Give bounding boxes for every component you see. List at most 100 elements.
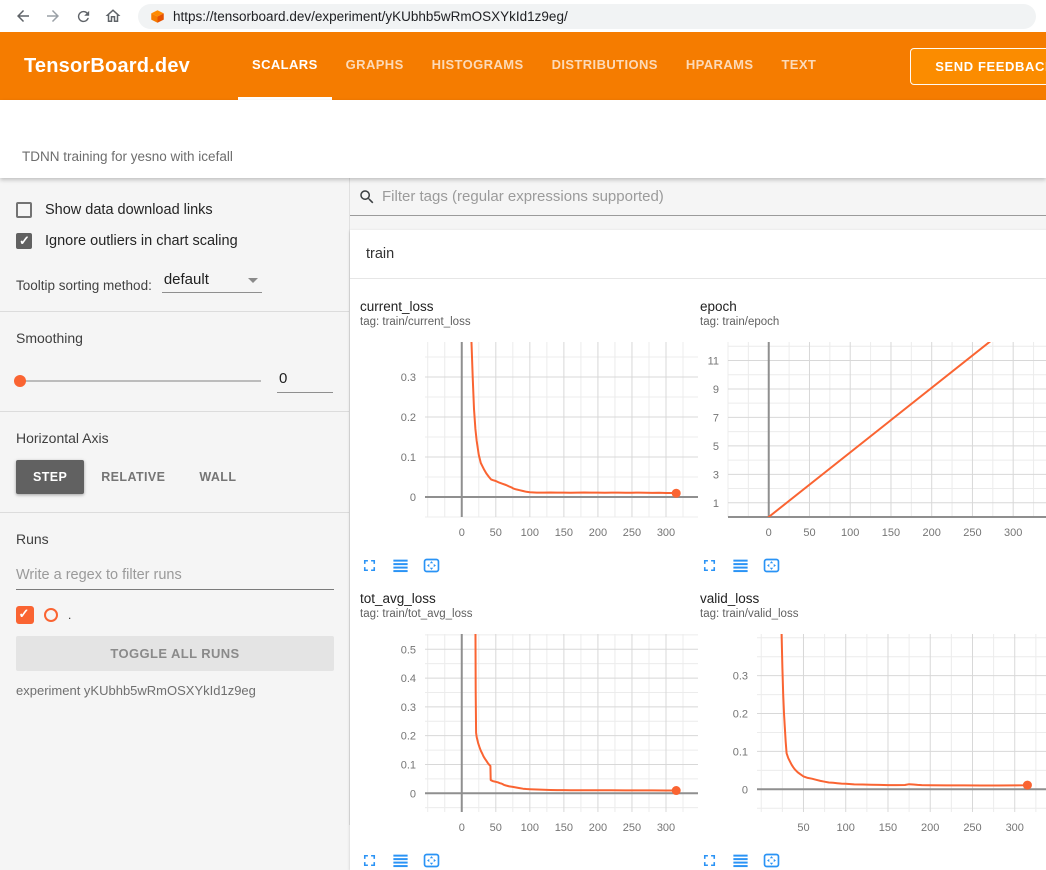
tab-scalars[interactable]: SCALARS bbox=[238, 32, 332, 100]
runs-label: Runs bbox=[16, 531, 333, 547]
chart-canvas-valid_loss[interactable]: 5010015020025030000.10.20.3 bbox=[700, 630, 1046, 840]
svg-text:250: 250 bbox=[963, 527, 981, 539]
chart-tag: tag: train/current_loss bbox=[360, 316, 700, 328]
checkbox-row[interactable]: Ignore outliers in chart scaling bbox=[16, 233, 333, 249]
svg-text:50: 50 bbox=[490, 527, 502, 539]
svg-text:11: 11 bbox=[708, 355, 719, 367]
svg-text:100: 100 bbox=[837, 822, 855, 834]
axis-option-relative[interactable]: RELATIVE bbox=[84, 460, 182, 494]
browser-toolbar: https://tensorboard.dev/experiment/yKUbh… bbox=[0, 0, 1046, 32]
checkbox-label: Ignore outliers in chart scaling bbox=[45, 233, 238, 249]
tab-text[interactable]: TEXT bbox=[767, 32, 830, 100]
horizontal-axis-label: Horizontal Axis bbox=[16, 430, 333, 446]
svg-text:0.2: 0.2 bbox=[401, 412, 416, 424]
charts-grid: current_losstag: train/current_loss05010… bbox=[350, 279, 1046, 870]
checkbox[interactable] bbox=[16, 202, 32, 218]
checkbox-group: Show data download links Ignore outliers … bbox=[0, 202, 349, 249]
axis-option-step[interactable]: STEP bbox=[16, 460, 84, 494]
forward-icon[interactable] bbox=[40, 3, 66, 29]
log-scale-icon[interactable] bbox=[391, 851, 410, 870]
chart-tag: tag: train/epoch bbox=[700, 316, 1046, 328]
expand-chart-icon[interactable] bbox=[360, 556, 379, 575]
svg-text:0.4: 0.4 bbox=[401, 673, 416, 685]
svg-text:200: 200 bbox=[589, 822, 607, 834]
chevron-down-icon bbox=[248, 278, 258, 283]
svg-text:100: 100 bbox=[841, 527, 859, 539]
svg-text:0.1: 0.1 bbox=[401, 759, 416, 771]
divider bbox=[0, 311, 349, 312]
svg-text:0: 0 bbox=[410, 492, 416, 504]
svg-text:0: 0 bbox=[410, 788, 416, 800]
send-feedback-button[interactable]: SEND FEEDBACK bbox=[910, 48, 1046, 85]
address-bar[interactable]: https://tensorboard.dev/experiment/yKUbh… bbox=[138, 4, 1036, 29]
checkbox[interactable] bbox=[16, 233, 32, 249]
svg-text:9: 9 bbox=[713, 384, 719, 396]
tooltip-sorting-select[interactable]: default bbox=[162, 271, 262, 293]
axis-option-wall[interactable]: WALL bbox=[182, 460, 253, 494]
run-color-swatch bbox=[44, 608, 58, 622]
tab-histograms[interactable]: HISTOGRAMS bbox=[418, 32, 538, 100]
chart-title: epoch bbox=[700, 299, 1046, 314]
smoothing-value-input[interactable] bbox=[277, 368, 333, 393]
chart-canvas-current_loss[interactable]: 05010015020025030000.10.20.3 bbox=[360, 338, 706, 545]
chart-canvas-epoch[interactable]: 0501001502002503001357911 bbox=[700, 338, 1046, 545]
svg-text:150: 150 bbox=[555, 822, 573, 834]
tab-graphs[interactable]: GRAPHS bbox=[332, 32, 418, 100]
svg-text:200: 200 bbox=[921, 822, 939, 834]
refresh-icon[interactable] bbox=[70, 3, 96, 29]
chart-title: tot_avg_loss bbox=[360, 591, 700, 606]
smoothing-slider[interactable] bbox=[16, 380, 261, 382]
svg-text:250: 250 bbox=[963, 822, 981, 834]
train-section-card: train current_losstag: train/current_los… bbox=[350, 230, 1046, 870]
fit-domain-icon[interactable] bbox=[422, 556, 441, 575]
tooltip-sorting-row: Tooltip sorting method: default bbox=[16, 271, 333, 293]
toggle-all-runs-button[interactable]: TOGGLE ALL RUNS bbox=[16, 636, 334, 671]
horizontal-axis-options: STEPRELATIVEWALL bbox=[16, 460, 333, 494]
slider-thumb[interactable] bbox=[14, 375, 26, 387]
svg-text:150: 150 bbox=[879, 822, 897, 834]
svg-text:300: 300 bbox=[657, 822, 675, 834]
chart-toolbar bbox=[700, 851, 1046, 870]
svg-text:0.3: 0.3 bbox=[401, 702, 416, 714]
tag-filter-input[interactable] bbox=[376, 188, 1046, 205]
chart-canvas-tot_avg_loss[interactable]: 05010015020025030000.10.20.30.40.5 bbox=[360, 630, 706, 840]
brand-title: TensorBoard.dev bbox=[24, 55, 190, 78]
expand-chart-icon[interactable] bbox=[700, 556, 719, 575]
svg-text:100: 100 bbox=[521, 822, 539, 834]
fit-domain-icon[interactable] bbox=[762, 851, 781, 870]
log-scale-icon[interactable] bbox=[731, 851, 750, 870]
svg-text:50: 50 bbox=[797, 822, 809, 834]
tab-distributions[interactable]: DISTRIBUTIONS bbox=[538, 32, 672, 100]
runs-filter-input[interactable] bbox=[16, 561, 334, 590]
svg-text:250: 250 bbox=[623, 527, 641, 539]
tab-hparams[interactable]: HPARAMS bbox=[672, 32, 768, 100]
svg-text:0.1: 0.1 bbox=[733, 746, 748, 758]
smoothing-label: Smoothing bbox=[16, 330, 333, 346]
log-scale-icon[interactable] bbox=[731, 556, 750, 575]
search-icon bbox=[358, 188, 376, 206]
chart-card-current_loss: current_losstag: train/current_loss05010… bbox=[360, 283, 700, 575]
home-icon[interactable] bbox=[100, 3, 126, 29]
back-icon[interactable] bbox=[10, 3, 36, 29]
fit-domain-icon[interactable] bbox=[422, 851, 441, 870]
chart-card-valid_loss: valid_losstag: train/valid_loss501001502… bbox=[700, 575, 1046, 870]
checkbox-row[interactable]: Show data download links bbox=[16, 202, 333, 218]
svg-text:0: 0 bbox=[459, 527, 465, 539]
run-row[interactable]: . bbox=[16, 606, 333, 624]
log-scale-icon[interactable] bbox=[391, 556, 410, 575]
svg-text:50: 50 bbox=[490, 822, 502, 834]
chart-title: valid_loss bbox=[700, 591, 1046, 606]
nav-tabs: SCALARSGRAPHSHISTOGRAMSDISTRIBUTIONSHPAR… bbox=[238, 32, 830, 100]
expand-chart-icon[interactable] bbox=[360, 851, 379, 870]
app-header: TensorBoard.dev SCALARSGRAPHSHISTOGRAMSD… bbox=[0, 32, 1046, 100]
fit-domain-icon[interactable] bbox=[762, 556, 781, 575]
expand-chart-icon[interactable] bbox=[700, 851, 719, 870]
section-title[interactable]: train bbox=[350, 230, 1046, 279]
svg-text:0.5: 0.5 bbox=[401, 644, 416, 656]
divider bbox=[0, 512, 349, 513]
run-checkbox[interactable] bbox=[16, 606, 34, 624]
url-text: https://tensorboard.dev/experiment/yKUbh… bbox=[173, 9, 568, 24]
svg-text:150: 150 bbox=[555, 527, 573, 539]
svg-text:0.3: 0.3 bbox=[733, 671, 748, 683]
svg-text:200: 200 bbox=[923, 527, 941, 539]
